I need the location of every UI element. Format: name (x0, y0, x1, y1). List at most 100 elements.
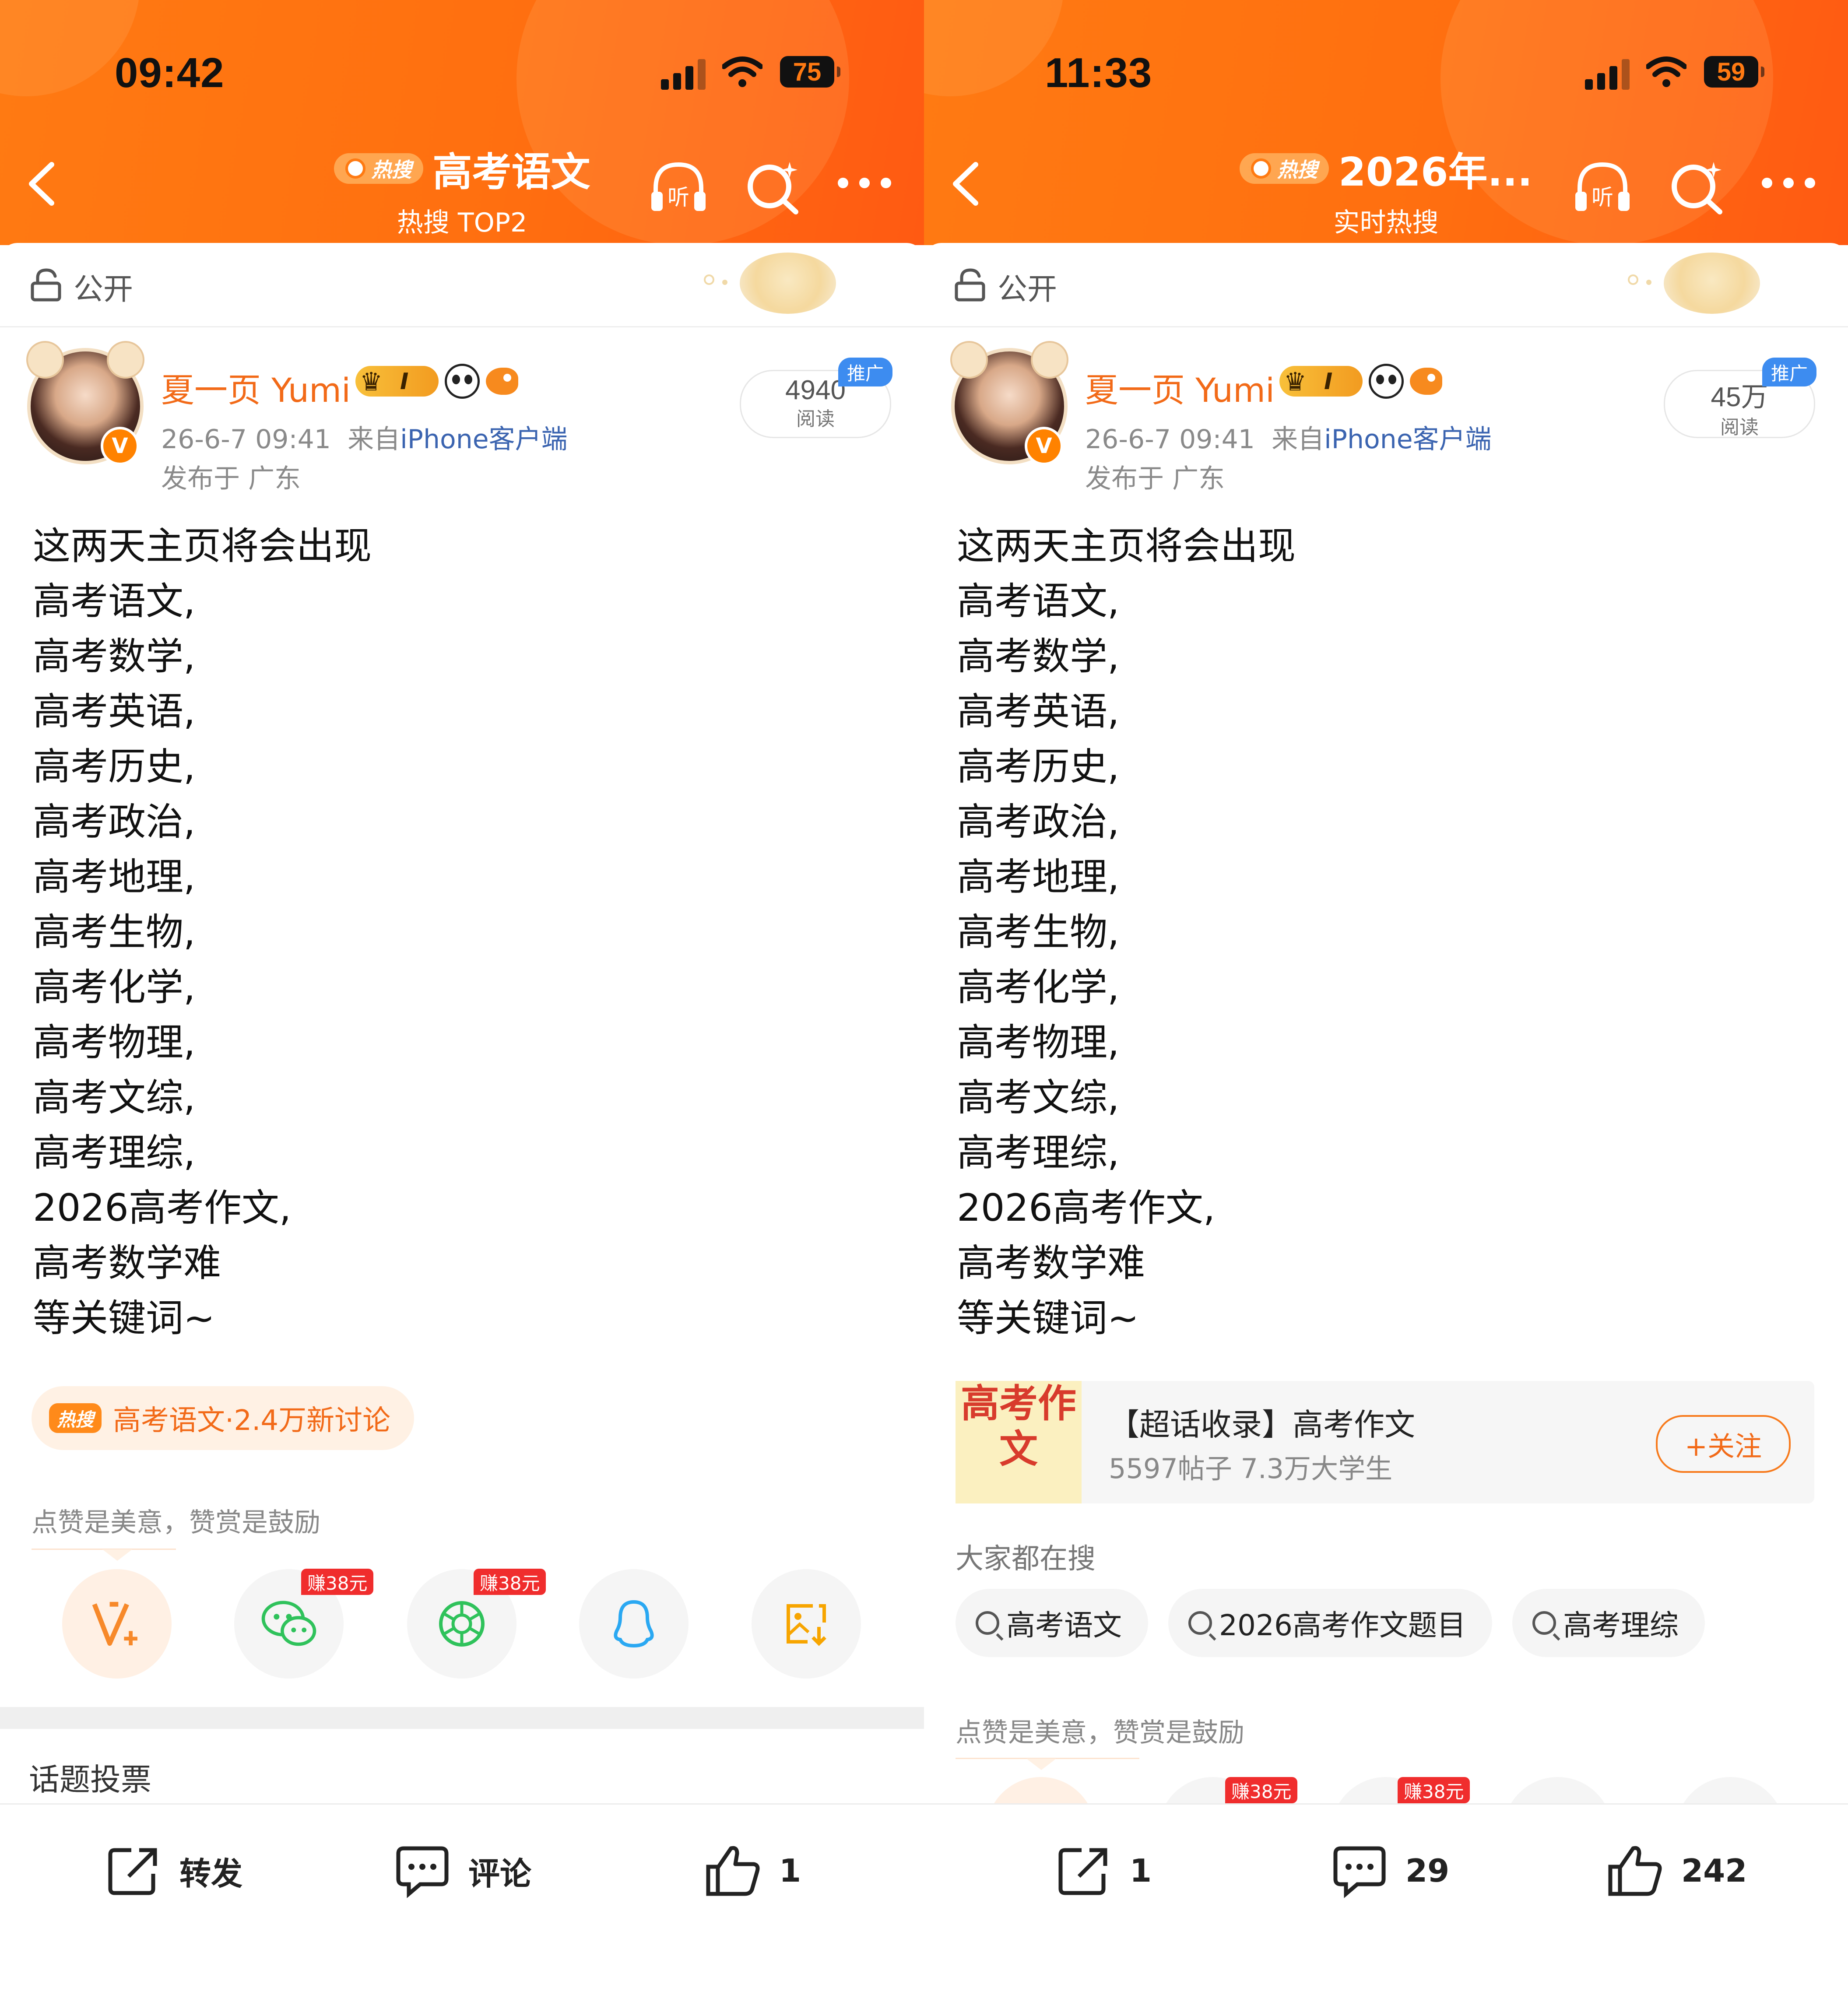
page-title: 2026年... (1338, 149, 1533, 195)
post-line: 高考文综, (33, 1076, 196, 1120)
wechat-icon (261, 1601, 316, 1646)
search-small-icon (345, 158, 365, 179)
comment-button[interactable]: 29 (1331, 1842, 1449, 1899)
post-line: 高考历史, (957, 745, 1120, 789)
page-title: 高考语文 (432, 149, 590, 195)
post-line: 高考文综, (957, 1076, 1120, 1120)
wifi-icon (1646, 56, 1686, 87)
repost-button[interactable]: 转发 (105, 1842, 242, 1899)
praise-text: 点赞是美意，赞赏是鼓励 (32, 1507, 320, 1538)
visibility-bar[interactable]: 公开 (924, 243, 1848, 327)
promote-badge[interactable]: 推广 (838, 358, 893, 386)
reward-v-icon (92, 1602, 137, 1646)
earn-badge: 赚38元 (1225, 1777, 1298, 1803)
comment-button[interactable]: 评论 (394, 1842, 531, 1899)
search-chips: 高考语文 2026高考作文题目 高考理综 (956, 1589, 1705, 1657)
thumbs-up-icon (706, 1846, 760, 1896)
post-body: 这两天主页将会出现 高考语文, 高考数学, 高考英语, 高考历史, 高考政治, … (957, 519, 1296, 1346)
lock-icon (955, 268, 985, 302)
source-link[interactable]: iPhone客户端 (400, 424, 568, 455)
earn-badge: 赚38元 (301, 1569, 374, 1595)
author-name[interactable]: 夏一页 Yumi (1085, 363, 1275, 411)
repost-button[interactable]: 1 (1055, 1842, 1152, 1899)
qq-share-button[interactable] (579, 1569, 689, 1679)
super-topic-title: 【超话收录】高考作文 (1109, 1407, 1415, 1443)
post-line: 高考数学难 (33, 1241, 221, 1285)
wifi-icon (722, 56, 762, 87)
mascot-decoration (740, 253, 836, 314)
panda-badge-icon (1369, 364, 1404, 399)
qq-icon (614, 1600, 654, 1648)
battery-icon: 59 (1704, 56, 1764, 88)
topic-vote-heading: 话题投票 (29, 1762, 151, 1798)
visibility-label: 公开 (74, 272, 134, 307)
search-chip[interactable]: 2026高考作文题目 (1168, 1589, 1492, 1657)
search-icon (1188, 1611, 1212, 1635)
like-button[interactable]: 1 (705, 1842, 801, 1899)
post-line: 高考化学, (957, 966, 1120, 1009)
listen-icon[interactable]: 听 (648, 158, 709, 214)
search-chip[interactable]: 高考语文 (956, 1589, 1148, 1657)
bottom-bar: 转发 评论 1 (0, 1803, 924, 2009)
header: 09:42 75 热搜 高考语文 热搜 TOP2 听 (0, 0, 924, 245)
follow-button[interactable]: +关注 (1656, 1415, 1791, 1473)
post-location: 发布于 广东 (1085, 464, 1225, 494)
sparkle-decoration (1628, 274, 1651, 285)
search-small-icon (1251, 158, 1271, 179)
hot-search-pill: 热搜 (1239, 153, 1329, 184)
more-icon[interactable] (836, 174, 893, 192)
post-line: 高考政治, (957, 800, 1120, 844)
thumbs-up-icon (1608, 1846, 1662, 1896)
post-line: 高考生物, (33, 910, 196, 954)
status-time: 09:42 (115, 49, 225, 96)
post-line: 高考语文, (957, 580, 1120, 623)
header: 11:33 59 热搜 2026年... 实时热搜 听 (924, 0, 1848, 245)
post-line: 2026高考作文, (957, 1186, 1216, 1230)
post-line: 高考英语, (33, 690, 196, 734)
post-line: 高考英语, (957, 690, 1120, 734)
moments-icon (439, 1601, 485, 1647)
bottom-bar: 1 29 242 (924, 1803, 1848, 2009)
panda-badge-icon (445, 364, 480, 399)
hot-search-pill: 热搜 (334, 153, 423, 184)
lock-icon (31, 268, 61, 302)
praise-pointer (1026, 1759, 1056, 1770)
everyone-searching-heading: 大家都在搜 (956, 1543, 1096, 1575)
listen-icon[interactable]: 听 (1572, 158, 1633, 214)
member-crown-icon: I (355, 366, 439, 397)
author-name[interactable]: 夏一页 Yumi (161, 363, 351, 411)
search-icon[interactable] (744, 158, 801, 214)
reward-button[interactable] (62, 1569, 172, 1679)
search-icon[interactable] (1668, 158, 1725, 214)
super-topic-image: 高考作文 (956, 1381, 1082, 1503)
screenshot-right: 11:33 59 热搜 2026年... 实时热搜 听 公开 V 夏一页 Yum… (924, 0, 1848, 2009)
post-line: 高考化学, (33, 966, 196, 1009)
post-card: 公开 V 夏一页 Yumi I 26-6-7 09:41 来自iPhone客户端… (0, 243, 924, 2009)
author-badges[interactable]: I (355, 364, 518, 399)
visibility-bar[interactable]: 公开 (0, 243, 924, 327)
like-button[interactable]: 242 (1607, 1842, 1747, 1899)
sparkle-decoration (704, 274, 727, 285)
fish-badge-icon (1410, 368, 1442, 395)
search-icon (1532, 1611, 1556, 1635)
status-time: 11:33 (1045, 49, 1152, 96)
verified-badge: V (1025, 427, 1063, 465)
super-topic-card[interactable]: 高考作文 【超话收录】高考作文 5597帖子 7.3万大学生 +关注 (956, 1381, 1814, 1503)
super-topic-stats: 5597帖子 7.3万大学生 (1109, 1453, 1393, 1485)
promote-badge[interactable]: 推广 (1762, 358, 1817, 386)
post-line: 高考地理, (33, 855, 196, 899)
battery-icon: 75 (780, 56, 840, 88)
post-line: 高考理综, (33, 1131, 196, 1175)
more-icon[interactable] (1760, 174, 1817, 192)
post-line: 2026高考作文, (33, 1186, 292, 1230)
post-line: 高考理综, (957, 1131, 1120, 1175)
repost-icon (108, 1848, 157, 1895)
post-line: 等关键词~ (33, 1296, 215, 1340)
author-badges[interactable]: I (1279, 364, 1442, 399)
save-image-button[interactable] (752, 1569, 861, 1679)
source-link[interactable]: iPhone客户端 (1324, 424, 1492, 455)
hot-search-tag: 热搜 (49, 1403, 102, 1433)
hot-topic-chip[interactable]: 热搜 高考语文·2.4万新讨论 (32, 1386, 415, 1450)
post-line: 等关键词~ (957, 1296, 1139, 1340)
search-chip[interactable]: 高考理综 (1512, 1589, 1705, 1657)
